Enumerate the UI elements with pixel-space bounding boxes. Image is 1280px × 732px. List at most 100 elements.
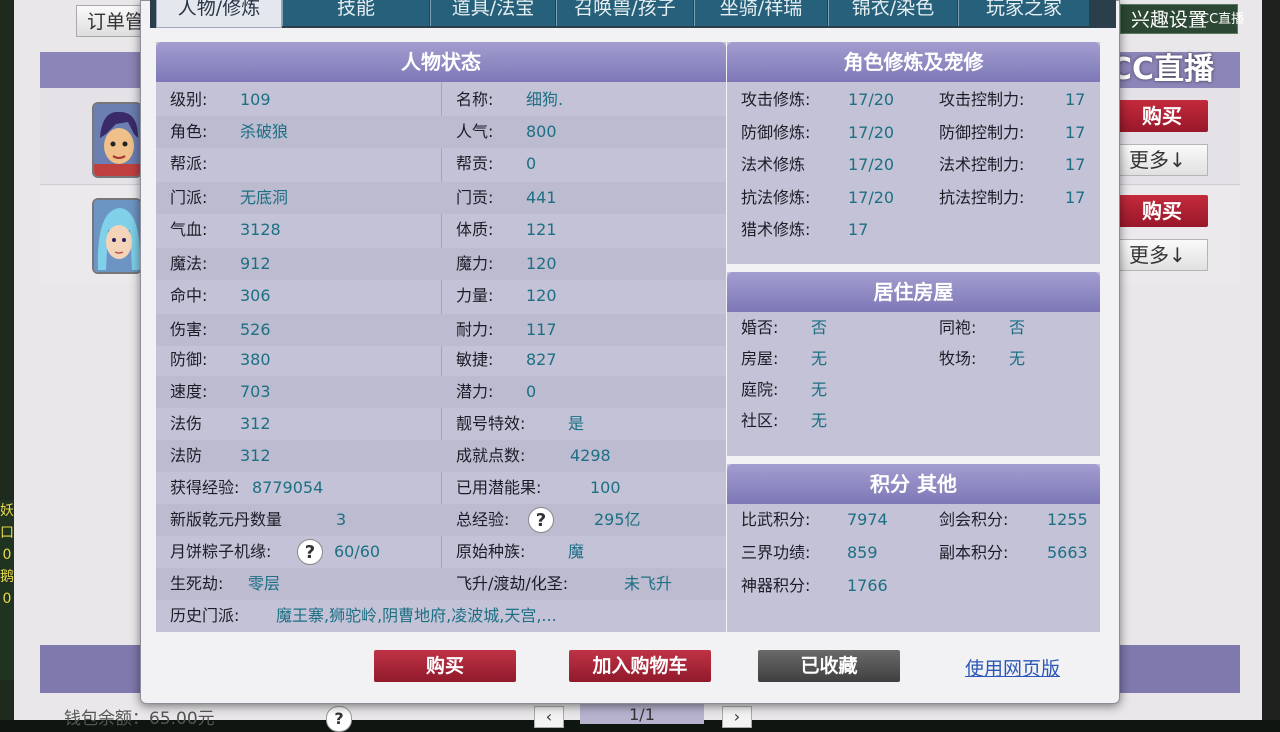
help-icon[interactable]: ? <box>326 706 352 732</box>
status-value: 380 <box>240 350 271 369</box>
scores-label: 比武积分: <box>741 510 811 529</box>
status-row: 速度: 703 潜力: 0 <box>156 376 726 408</box>
status-value: 800 <box>526 122 557 141</box>
prev-page-button[interactable]: ‹ <box>534 706 564 728</box>
status-row: 魔法: 912 魔力: 120 <box>156 248 726 280</box>
cultivation-label: 防御控制力: <box>939 122 1025 142</box>
help-icon[interactable]: ? <box>297 539 323 565</box>
panel-title: 角色修炼及宠修 <box>727 42 1100 82</box>
scores-value: 5663 <box>1047 543 1088 562</box>
order-management-button[interactable]: 订单管理 <box>76 5 148 37</box>
cultivation-label: 法术控制力: <box>939 155 1025 174</box>
listing-buy-button[interactable]: 购买 <box>1116 195 1208 227</box>
status-row: 新版乾元丹数量 3 总经验: 295亿? <box>156 504 726 536</box>
status-row: 命中: 306 力量: 120 <box>156 280 726 312</box>
avatar[interactable] <box>92 198 142 274</box>
cultivation-panel: 角色修炼及宠修 攻击修炼: 17/20 攻击控制力: 17 防御修炼: 17/20 防御控制… <box>727 42 1100 264</box>
status-value: 细狗. <box>526 90 564 109</box>
status-value: 魔 <box>568 542 585 561</box>
tab-summons[interactable]: 召唤兽/孩子 <box>556 0 693 26</box>
avatar[interactable] <box>92 102 142 178</box>
status-label: 命中: <box>170 286 208 305</box>
tab-mounts[interactable]: 坐骑/祥瑞 <box>694 0 827 26</box>
tab-character[interactable]: 人物/修炼 <box>156 0 282 28</box>
status-label: 成就点数: <box>456 446 526 465</box>
cultivation-label: 防御修炼: <box>741 122 811 142</box>
status-value: 121 <box>526 220 557 239</box>
status-value: 4298 <box>570 446 611 465</box>
next-page-button[interactable]: › <box>722 706 752 728</box>
scores-label: 副本积分: <box>939 543 1009 562</box>
cultivation-row: 攻击修炼: 17/20 攻击控制力: 17 <box>727 84 1100 116</box>
status-label: 已用潜能果: <box>456 478 542 497</box>
tab-outfits[interactable]: 锦衣/染色 <box>828 0 957 26</box>
status-value: 0 <box>526 382 537 401</box>
status-row: 法防 312 成就点数: 4298 <box>156 440 726 472</box>
status-row: 级别: 109 名称: 细狗. <box>156 84 726 116</box>
cultivation-value: 17 <box>848 220 869 239</box>
scores-label: 神器积分: <box>741 576 811 595</box>
status-label: 敏捷: <box>456 350 494 369</box>
listing-buy-button[interactable]: 购买 <box>1116 100 1208 132</box>
tab-items[interactable]: 道具/法宝 <box>430 0 555 26</box>
use-web-version-link[interactable]: 使用网页版 <box>965 654 1060 681</box>
housing-label: 牧场: <box>939 349 977 368</box>
housing-label: 同袍: <box>939 318 977 337</box>
status-label: 门派: <box>170 188 208 207</box>
panel-title: 人物状态 <box>156 42 726 82</box>
status-value: 0 <box>526 154 537 173</box>
listing-more-button[interactable]: 更多↓ <box>1118 144 1208 176</box>
status-label: 级别: <box>170 90 208 109</box>
scores-label: 三界功绩: <box>741 543 811 562</box>
scores-value: 859 <box>847 543 878 562</box>
housing-panel: 居住房屋 婚否: 否同袍: 否房屋: 无牧场: 无庭院: 无社区: 无 <box>727 272 1100 456</box>
status-value: 杀破狼 <box>240 122 289 141</box>
status-label: 速度: <box>170 382 208 401</box>
housing-value: 无 <box>1009 349 1026 368</box>
status-value: 是 <box>568 414 585 433</box>
history-sect-row: 历史门派: 魔王寨,狮驼岭,阴曹地府,凌波城,天宫,... <box>156 600 726 632</box>
status-label: 伤害: <box>170 320 208 339</box>
status-value: 109 <box>240 90 271 109</box>
scores-row: 比武积分: 7974 剑会积分: 1255 <box>727 504 1100 536</box>
cultivation-row: 猎术修炼: 17 <box>727 214 1100 246</box>
status-label: 法伤 <box>170 414 203 433</box>
tab-skills[interactable]: 技能 <box>282 0 429 26</box>
listing-more-button[interactable]: 更多↓ <box>1118 239 1208 271</box>
scores-panel: 积分 其他 比武积分: 7974 剑会积分: 1255 三界功绩: 859 副本积分: 566… <box>727 464 1100 632</box>
help-icon[interactable]: ? <box>528 507 554 533</box>
status-row: 月饼粽子机缘: 60/60 原始种族: 魔? <box>156 536 726 568</box>
housing-value: 无 <box>811 349 828 368</box>
status-row: 角色: 杀破狼 人气: 800 <box>156 116 726 148</box>
cultivation-value: 17 <box>1065 122 1086 142</box>
scores-value: 1255 <box>1047 510 1088 529</box>
panel-title: 居住房屋 <box>727 272 1100 312</box>
cultivation-label: 法术修炼 <box>741 155 806 174</box>
cultivation-label: 猎术修炼: <box>741 220 811 239</box>
status-value: 无底洞 <box>240 188 289 207</box>
cultivation-value: 17/20 <box>848 155 895 174</box>
status-label: 帮派: <box>170 154 208 173</box>
housing-value: 否 <box>1009 318 1026 337</box>
status-label: 新版乾元丹数量 <box>170 510 283 529</box>
status-value: 526 <box>240 320 271 339</box>
status-value: 未飞升 <box>624 574 673 593</box>
status-label: 名称: <box>456 90 494 109</box>
housing-label: 社区: <box>741 411 779 430</box>
add-to-cart-button[interactable]: 加入购物车 <box>569 650 711 682</box>
status-label: 魔法: <box>170 254 208 273</box>
scores-value: 7974 <box>847 510 888 529</box>
status-value: 3128 <box>240 220 281 239</box>
favorited-button[interactable]: 已收藏 <box>758 650 900 682</box>
tab-player-home[interactable]: 玩家之家 <box>958 0 1089 26</box>
status-label: 人气: <box>456 122 494 141</box>
status-label: 靓号特效: <box>456 414 526 433</box>
status-value: 312 <box>240 414 271 433</box>
housing-label: 房屋: <box>741 349 779 368</box>
status-row: 获得经验: 8779054 已用潜能果: 100 <box>156 472 726 504</box>
character-status-panel: 人物状态 级别: 109 名称: 细狗. 角色: 杀破狼 人气: 800 帮派: 帮贡: 0 门派: 无… <box>156 42 726 632</box>
right-edge-strip <box>1262 0 1280 720</box>
status-value: 441 <box>526 188 557 207</box>
housing-row: 房屋: 无 牧场: 无 <box>727 343 1100 375</box>
buy-button[interactable]: 购买 <box>374 650 516 682</box>
